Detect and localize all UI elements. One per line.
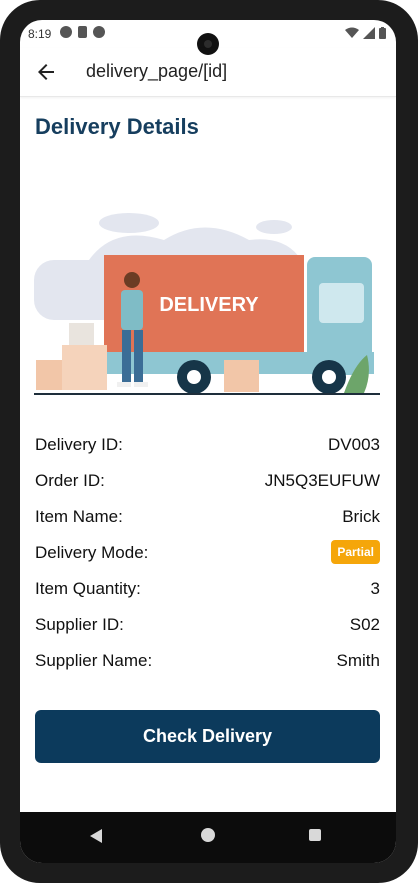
system-nav-bar (20, 812, 396, 863)
delivery-mode-badge: Partial (331, 540, 380, 564)
check-delivery-button[interactable]: Check Delivery (35, 710, 380, 763)
detail-value: Smith (336, 651, 380, 670)
sim-notification-icon (78, 26, 87, 38)
detail-row-supplier-name: Supplier Name: Smith (35, 641, 380, 677)
phone-frame: 8:19 delivery_page/[id] Delivery Details (0, 0, 418, 883)
detail-label: Delivery Mode: (35, 543, 149, 562)
delivery-truck-illustration: DELIVERY (34, 213, 380, 395)
truck-label: DELIVERY (159, 294, 259, 316)
detail-row-delivery-mode: Delivery Mode: Partial (35, 533, 380, 569)
app-notification-icon (60, 26, 72, 38)
sync-notification-icon (93, 26, 105, 38)
detail-value: DV003 (328, 435, 380, 454)
nav-back-icon[interactable] (90, 829, 102, 843)
detail-row-item-name: Item Name: Brick (35, 497, 380, 533)
detail-row-order-id: Order ID: JN5Q3EUFUW (35, 461, 380, 497)
nav-home-icon[interactable] (201, 828, 215, 842)
status-time: 8:19 (28, 27, 52, 41)
app-bar-title: delivery_page/[id] (86, 61, 228, 81)
detail-label: Delivery ID: (35, 435, 123, 454)
detail-label: Order ID: (35, 471, 105, 490)
app-bar: delivery_page/[id] (20, 48, 396, 97)
detail-value: Brick (342, 507, 380, 526)
detail-row-supplier-id: Supplier ID: S02 (35, 605, 380, 641)
detail-value: JN5Q3EUFUW (264, 471, 380, 490)
detail-label: Item Name: (35, 507, 123, 526)
detail-value: 3 (370, 579, 380, 598)
system-icons (345, 27, 386, 39)
battery-icon (379, 27, 386, 39)
detail-row-item-quantity: Item Quantity: 3 (35, 569, 380, 605)
detail-label: Supplier Name: (35, 651, 153, 670)
signal-icon (363, 27, 375, 39)
nav-recent-icon[interactable] (309, 829, 321, 841)
delivery-details-list: Delivery ID: DV003 Order ID: JN5Q3EUFUW … (35, 425, 380, 677)
back-arrow-icon[interactable] (34, 60, 58, 84)
detail-label: Item Quantity: (35, 579, 141, 598)
detail-value: S02 (349, 615, 380, 634)
notification-icons (60, 26, 105, 38)
screen: 8:19 delivery_page/[id] Delivery Details (20, 20, 396, 863)
wifi-icon (345, 27, 359, 38)
detail-label: Supplier ID: (35, 615, 124, 634)
status-bar: 8:19 (20, 20, 396, 55)
detail-row-delivery-id: Delivery ID: DV003 (35, 425, 380, 461)
page-title: Delivery Details (35, 114, 199, 139)
